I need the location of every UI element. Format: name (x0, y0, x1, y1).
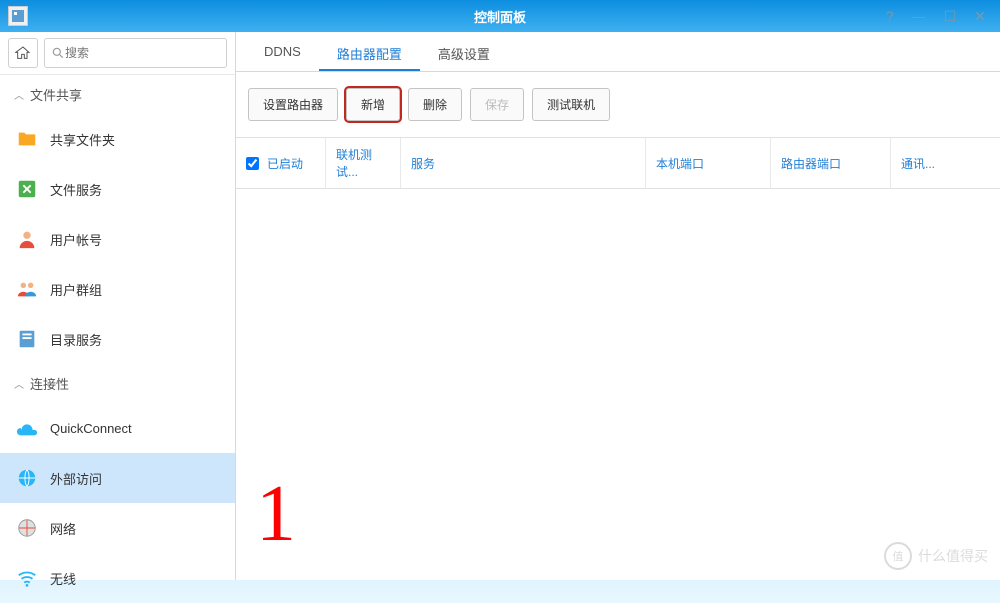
window-title: 控制面板 (474, 7, 526, 26)
test-connection-button[interactable]: 测试联机 (532, 88, 610, 121)
table-header: 已启动 联机测试... 服务 本机端口 路由器端口 通讯... (236, 137, 1000, 189)
user-icon (16, 228, 38, 250)
nav-label: 文件服务 (50, 180, 102, 199)
close-button[interactable]: ✕ (974, 8, 986, 25)
app-icon (8, 6, 28, 26)
delete-button[interactable]: 删除 (408, 88, 462, 121)
home-button[interactable] (8, 38, 38, 68)
maximize-button[interactable]: ☐ (944, 8, 957, 25)
nav-label: 外部访问 (50, 469, 102, 488)
sidebar-item-user-account[interactable]: 用户帐号 (0, 214, 235, 264)
file-service-icon (16, 178, 38, 200)
chevron-up-icon: ︿ (14, 376, 24, 391)
network-icon (16, 517, 38, 539)
tab-router-config[interactable]: 路由器配置 (319, 32, 420, 71)
tab-advanced[interactable]: 高级设置 (420, 32, 508, 71)
minimize-button[interactable]: — (912, 8, 926, 25)
search-box[interactable] (44, 38, 227, 68)
section-label: 文件共享 (30, 85, 82, 104)
setup-router-button[interactable]: 设置路由器 (248, 88, 338, 121)
search-icon (51, 46, 65, 60)
nav-label: 用户群组 (50, 280, 102, 299)
nav-label: 用户帐号 (50, 230, 102, 249)
quickconnect-icon (16, 417, 38, 439)
home-icon (15, 45, 31, 61)
th-local-port[interactable]: 本机端口 (646, 138, 771, 188)
nav-label: 网络 (50, 519, 76, 538)
sidebar-item-file-services[interactable]: 文件服务 (0, 164, 235, 214)
sidebar-item-network[interactable]: 网络 (0, 503, 235, 553)
nav-label: 共享文件夹 (50, 130, 115, 149)
folder-icon (16, 128, 38, 150)
nav-label: 无线 (50, 569, 76, 588)
section-label: 连接性 (30, 374, 69, 393)
sidebar-item-user-group[interactable]: 用户群组 (0, 264, 235, 314)
section-connectivity[interactable]: ︿ 连接性 (0, 364, 235, 403)
watermark-text: 什么值得买 (918, 546, 988, 566)
chevron-up-icon: ︿ (14, 87, 24, 102)
watermark-icon: 值 (884, 542, 912, 570)
select-all-checkbox[interactable] (246, 157, 259, 170)
directory-icon (16, 328, 38, 350)
nav-label: 目录服务 (50, 330, 102, 349)
watermark: 值 什么值得买 (884, 542, 988, 570)
help-button[interactable]: ? (886, 8, 894, 25)
th-protocol[interactable]: 通讯... (891, 138, 946, 188)
sidebar-item-shared-folder[interactable]: 共享文件夹 (0, 114, 235, 164)
th-service[interactable]: 服务 (401, 138, 646, 188)
sidebar-item-quickconnect[interactable]: QuickConnect (0, 403, 235, 453)
section-fileshare[interactable]: ︿ 文件共享 (0, 75, 235, 114)
sidebar-item-external-access[interactable]: 外部访问 (0, 453, 235, 503)
group-icon (16, 278, 38, 300)
th-enabled[interactable]: 已启动 (236, 138, 326, 188)
nav-label: QuickConnect (50, 421, 132, 436)
sidebar-item-directory-service[interactable]: 目录服务 (0, 314, 235, 364)
sidebar-item-wireless[interactable]: 无线 (0, 553, 235, 603)
th-router-port[interactable]: 路由器端口 (771, 138, 891, 188)
globe-icon (16, 467, 38, 489)
tab-ddns[interactable]: DDNS (246, 32, 319, 71)
add-button[interactable]: 新增 (346, 88, 400, 121)
search-input[interactable] (65, 46, 220, 60)
wifi-icon (16, 567, 38, 589)
annotation-number: 1 (256, 469, 296, 560)
th-connection-test[interactable]: 联机测试... (326, 138, 401, 188)
save-button: 保存 (470, 88, 524, 121)
